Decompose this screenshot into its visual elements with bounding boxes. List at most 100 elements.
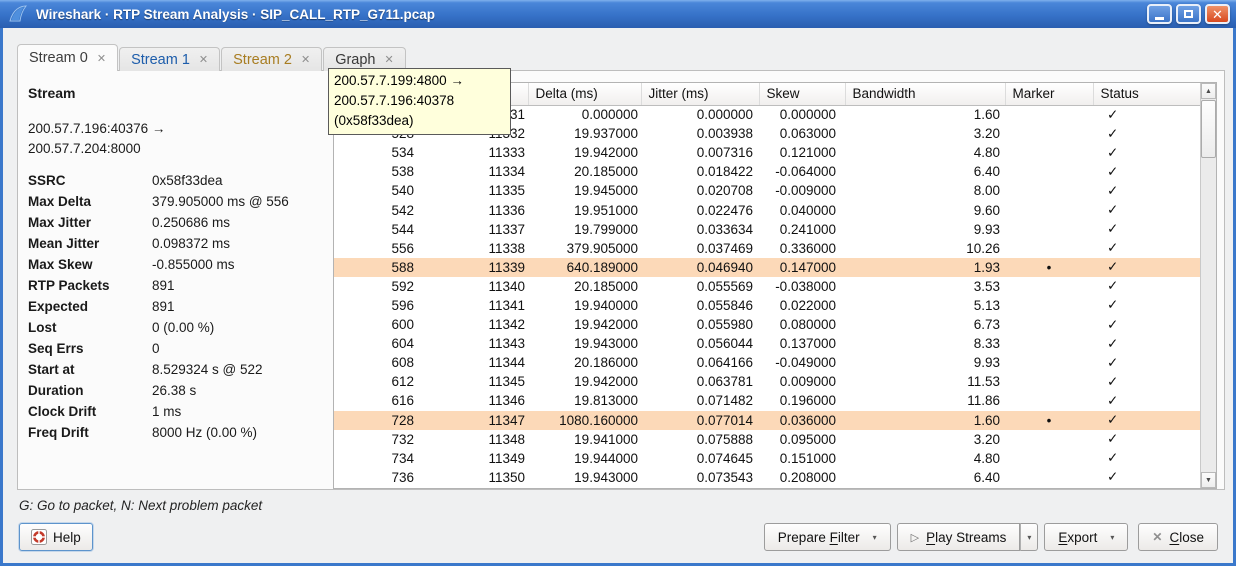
- table-row[interactable]: 5921134020.1850000.055569-0.0380003.53✓: [334, 277, 1200, 296]
- tooltip-destination: 200.57.7.196:40378: [334, 91, 504, 111]
- tab-content-frame: Stream 200.57.7.196:40376 → 200.57.7.204…: [17, 70, 1225, 490]
- status-cell: ✓: [1093, 430, 1200, 449]
- delta-cell: 640.189000: [528, 258, 641, 277]
- tab-stream-2[interactable]: Stream 2✕: [221, 47, 322, 71]
- packet-cell: 604: [334, 334, 422, 353]
- bandwidth-cell: 9.93: [845, 220, 1005, 239]
- packet-cell: 592: [334, 277, 422, 296]
- column-header-status[interactable]: Status: [1093, 83, 1200, 105]
- delta-cell: 19.799000: [528, 220, 641, 239]
- table-row[interactable]: 5381133420.1850000.018422-0.0640006.40✓: [334, 162, 1200, 181]
- stat-value: 0: [152, 338, 328, 359]
- marker-cell: [1005, 372, 1093, 391]
- packet-cell: 540: [334, 181, 422, 200]
- table-row[interactable]: 6001134219.9420000.0559800.0800006.73✓: [334, 315, 1200, 334]
- table-row[interactable]: 7361135019.9430000.0735430.2080006.40✓: [334, 468, 1200, 487]
- skew-cell: 0.000000: [759, 105, 845, 124]
- status-cell: ✓: [1093, 449, 1200, 468]
- tab-close-icon[interactable]: ✕: [385, 53, 394, 66]
- stat-label: Start at: [28, 359, 152, 380]
- jitter-cell: 0.007316: [641, 143, 759, 162]
- help-button[interactable]: Help: [19, 523, 93, 551]
- maximize-button[interactable]: [1176, 4, 1201, 24]
- status-cell: ✓: [1093, 277, 1200, 296]
- delta-cell: 19.937000: [528, 124, 641, 143]
- table-row[interactable]: 55611338379.9050000.0374690.33600010.26✓: [334, 239, 1200, 258]
- tab-close-icon[interactable]: ✕: [199, 53, 208, 66]
- minimize-icon: [1155, 17, 1164, 20]
- dropdown-arrow-icon: ▾: [1110, 533, 1114, 542]
- close-label: Close: [1169, 530, 1204, 545]
- column-header-marker[interactable]: Marker: [1005, 83, 1093, 105]
- skew-cell: 0.151000: [759, 449, 845, 468]
- skew-cell: 0.080000: [759, 315, 845, 334]
- sequence-cell: 11334: [422, 162, 528, 181]
- status-cell: ✓: [1093, 105, 1200, 124]
- column-header-skew[interactable]: Skew: [759, 83, 845, 105]
- table-row[interactable]: 6161134619.8130000.0714820.19600011.86✓: [334, 391, 1200, 410]
- bandwidth-cell: 3.20: [845, 124, 1005, 143]
- packet-cell: 616: [334, 391, 422, 410]
- jitter-cell: 0.056044: [641, 334, 759, 353]
- column-header-bandwidth[interactable]: Bandwidth: [845, 83, 1005, 105]
- packet-cell: 534: [334, 143, 422, 162]
- minimize-button[interactable]: [1147, 4, 1172, 24]
- delta-cell: 19.813000: [528, 391, 641, 410]
- table-row[interactable]: 5341133319.9420000.0073160.1210004.80✓: [334, 143, 1200, 162]
- window-title: Wireshark · RTP Stream Analysis · SIP_CA…: [36, 7, 1147, 22]
- scroll-up-button[interactable]: ▲: [1201, 83, 1216, 99]
- table-row[interactable]: 5421133619.9510000.0224760.0400009.60✓: [334, 200, 1200, 219]
- tab-close-icon[interactable]: ✕: [97, 52, 106, 65]
- prepare-filter-button[interactable]: Prepare Filter▾: [764, 523, 891, 551]
- stat-label: Expected: [28, 296, 152, 317]
- table-row[interactable]: 7341134919.9440000.0746450.1510004.80✓: [334, 449, 1200, 468]
- packet-cell: 736: [334, 468, 422, 487]
- jitter-cell: 0.046940: [641, 258, 759, 277]
- table-row[interactable]: 5441133719.7990000.0336340.2410009.93✓: [334, 220, 1200, 239]
- column-header-delta-ms-[interactable]: Delta (ms): [528, 83, 641, 105]
- tab-stream-1[interactable]: Stream 1✕: [119, 47, 220, 71]
- sequence-cell: 11344: [422, 353, 528, 372]
- tab-label: Stream 0: [29, 50, 88, 66]
- table-row[interactable]: 6081134420.1860000.064166-0.0490009.93✓: [334, 353, 1200, 372]
- export-button[interactable]: Export▾: [1044, 523, 1128, 551]
- marker-cell: [1005, 334, 1093, 353]
- table-body: 522113310.0000000.0000000.0000001.60✓528…: [334, 105, 1200, 487]
- scroll-down-button[interactable]: ▼: [1201, 472, 1216, 488]
- stat-value: 1 ms: [152, 401, 328, 422]
- scrollbar-thumb[interactable]: [1201, 100, 1216, 158]
- sequence-cell: 11349: [422, 449, 528, 468]
- table-row[interactable]: 58811339640.1890000.0469400.1470001.93•✓: [334, 258, 1200, 277]
- play-icon: ▷: [911, 531, 919, 544]
- marker-cell: [1005, 449, 1093, 468]
- vertical-scrollbar[interactable]: ▲ ▼: [1200, 83, 1216, 488]
- tab-close-icon[interactable]: ✕: [301, 53, 310, 66]
- table-row[interactable]: 728113471080.1600000.0770140.0360001.60•…: [334, 411, 1200, 430]
- delta-cell: 19.942000: [528, 143, 641, 162]
- skew-cell: 0.208000: [759, 468, 845, 487]
- table-row[interactable]: 7321134819.9410000.0758880.0950003.20✓: [334, 430, 1200, 449]
- skew-cell: 0.063000: [759, 124, 845, 143]
- table-row[interactable]: 6041134319.9430000.0560440.1370008.33✓: [334, 334, 1200, 353]
- packet-cell: 544: [334, 220, 422, 239]
- tab-stream-0[interactable]: Stream 0 ✕: [17, 44, 118, 71]
- skew-cell: 0.022000: [759, 296, 845, 315]
- table-row[interactable]: 5401133519.9450000.020708-0.0090008.00✓: [334, 181, 1200, 200]
- table-row[interactable]: 5961134119.9400000.0558460.0220005.13✓: [334, 296, 1200, 315]
- play-streams-button[interactable]: ▷ Play Streams: [897, 523, 1021, 551]
- sequence-cell: 11343: [422, 334, 528, 353]
- bandwidth-cell: 1.60: [845, 411, 1005, 430]
- rtp-stream-analysis-window: Wireshark · RTP Stream Analysis · SIP_CA…: [0, 0, 1236, 566]
- play-streams-split-button: ▷ Play Streams ▾: [897, 523, 1039, 551]
- close-button[interactable]: ✕Close: [1138, 523, 1218, 551]
- stat-value: 0 (0.00 %): [152, 317, 328, 338]
- play-streams-label: Play Streams: [926, 530, 1006, 545]
- packet-cell: 732: [334, 430, 422, 449]
- play-streams-dropdown-button[interactable]: ▾: [1020, 523, 1038, 551]
- title-bar[interactable]: Wireshark · RTP Stream Analysis · SIP_CA…: [0, 0, 1236, 28]
- keyboard-hint-text: G: Go to packet, N: Next problem packet: [19, 498, 262, 513]
- column-header-jitter-ms-[interactable]: Jitter (ms): [641, 83, 759, 105]
- close-window-button[interactable]: ✕: [1205, 4, 1230, 24]
- table-row[interactable]: 6121134519.9420000.0637810.00900011.53✓: [334, 372, 1200, 391]
- bandwidth-cell: 6.40: [845, 468, 1005, 487]
